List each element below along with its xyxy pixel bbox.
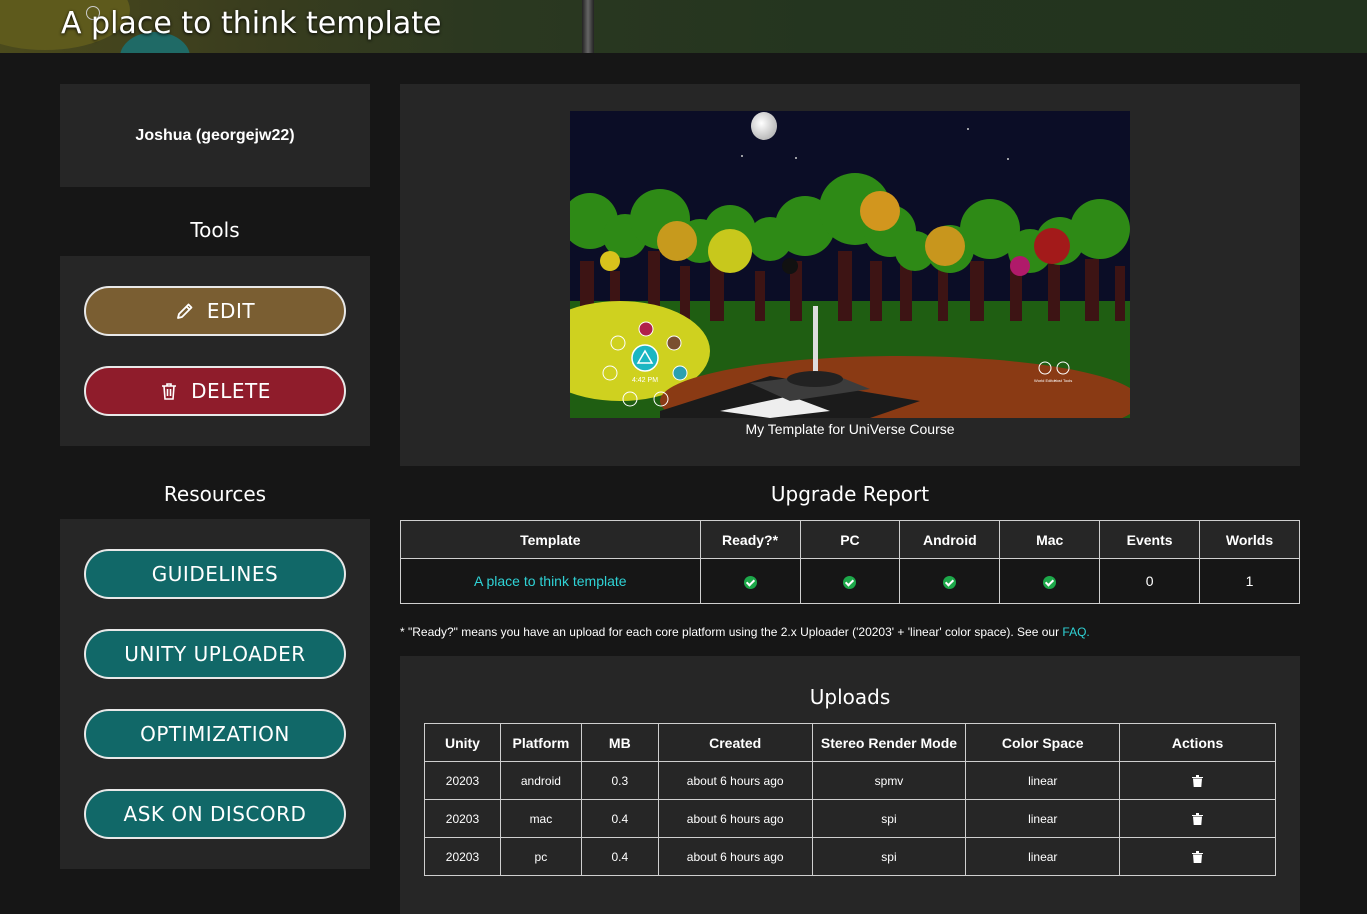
column-header: Ready?* <box>699 520 801 559</box>
worlds-cell: 1 <box>1199 558 1300 604</box>
table-row: A place to think template 0 1 <box>400 558 1300 604</box>
unity-uploader-button[interactable]: UNITY UPLOADER <box>84 629 346 679</box>
stereo-render-mode-cell: spi <box>811 837 967 876</box>
upgrade-report-title: Upgrade Report <box>770 482 930 506</box>
platform-cell: mac <box>499 799 582 838</box>
column-header: Events <box>1099 520 1201 559</box>
uploads-table: Unity Platform MB Created Stereo Render … <box>424 723 1276 876</box>
mb-cell: 0.3 <box>580 761 659 800</box>
table-header-row: Unity Platform MB Created Stereo Render … <box>424 723 1276 762</box>
trash-icon[interactable] <box>1192 775 1204 788</box>
banner-decoration <box>582 0 594 53</box>
preview-caption: My Template for UniVerse Course <box>745 421 955 437</box>
stereo-render-mode-cell: spmv <box>811 761 967 800</box>
table-row: 20203 android 0.3 about 6 hours ago spmv… <box>424 761 1276 800</box>
pc-cell <box>799 558 901 604</box>
template-preview-image: 4:42 PM World Editor Host Tools <box>570 111 1130 418</box>
scene-illustration: 4:42 PM World Editor Host Tools <box>570 111 1130 418</box>
column-header: Created <box>657 723 813 762</box>
template-cell: A place to think template <box>400 558 701 604</box>
optimization-button[interactable]: OPTIMIZATION <box>84 709 346 759</box>
ready-footnote: * "Ready?" means you have an upload for … <box>400 625 1090 639</box>
check-circle-icon <box>943 575 957 589</box>
platform-cell: android <box>499 761 582 800</box>
column-header: Mac <box>999 520 1101 559</box>
column-header: MB <box>580 723 659 762</box>
actions-cell <box>1119 761 1276 800</box>
trash-icon <box>162 383 177 400</box>
column-header: Android <box>899 520 1001 559</box>
tools-panel: EDIT DELETE <box>60 256 370 446</box>
uploads-panel: Uploads Unity Platform MB Created Stereo… <box>400 656 1300 914</box>
faq-link[interactable]: FAQ. <box>1062 625 1089 639</box>
color-space-cell: linear <box>965 799 1121 838</box>
footnote-text: * "Ready?" means you have an upload for … <box>400 625 1063 639</box>
column-header: PC <box>799 520 901 559</box>
check-circle-icon <box>1043 575 1057 589</box>
created-cell: about 6 hours ago <box>657 799 813 838</box>
platform-cell: pc <box>499 837 582 876</box>
table-header-row: Template Ready?* PC Android Mac Events W… <box>400 520 1300 559</box>
created-cell: about 6 hours ago <box>657 837 813 876</box>
ask-on-discord-button[interactable]: ASK ON DISCORD <box>84 789 346 839</box>
unity-cell: 20203 <box>424 799 501 838</box>
color-space-cell: linear <box>965 761 1121 800</box>
events-cell: 0 <box>1099 558 1201 604</box>
mac-cell <box>999 558 1101 604</box>
resources-panel: GUIDELINES UNITY UPLOADER OPTIMIZATION A… <box>60 519 370 869</box>
actions-cell <box>1119 799 1276 838</box>
delete-button[interactable]: DELETE <box>84 366 346 416</box>
template-link[interactable]: A place to think template <box>474 573 627 589</box>
pencil-icon <box>177 303 193 319</box>
header-banner: A place to think template <box>0 0 1367 53</box>
created-cell: about 6 hours ago <box>657 761 813 800</box>
column-header: Color Space <box>965 723 1121 762</box>
page-title: A place to think template <box>61 6 442 41</box>
edit-button[interactable]: EDIT <box>84 286 346 336</box>
uploads-title: Uploads <box>809 685 891 709</box>
stereo-render-mode-cell: spi <box>811 799 967 838</box>
unity-cell: 20203 <box>424 761 501 800</box>
tools-title: Tools <box>190 218 240 242</box>
check-circle-icon <box>743 575 757 589</box>
color-space-cell: linear <box>965 837 1121 876</box>
user-card: Joshua (georgejw22) <box>60 84 370 187</box>
column-header: Platform <box>499 723 582 762</box>
actions-cell <box>1119 837 1276 876</box>
column-header: Worlds <box>1199 520 1300 559</box>
column-header: Actions <box>1119 723 1276 762</box>
delete-label: DELETE <box>191 379 271 403</box>
table-row: 20203 pc 0.4 about 6 hours ago spi linea… <box>424 837 1276 876</box>
guidelines-button[interactable]: GUIDELINES <box>84 549 346 599</box>
mb-cell: 0.4 <box>580 799 659 838</box>
resources-title: Resources <box>163 482 267 506</box>
table-row: 20203 mac 0.4 about 6 hours ago spi line… <box>424 799 1276 838</box>
column-header: Stereo Render Mode <box>811 723 967 762</box>
edit-label: EDIT <box>206 299 256 323</box>
hud-host-tools-label: Host Tools <box>1054 378 1073 383</box>
check-circle-icon <box>843 575 857 589</box>
upgrade-report-table: Template Ready?* PC Android Mac Events W… <box>400 520 1300 604</box>
hud-time: 4:42 PM <box>632 377 658 384</box>
preview-panel: 4:42 PM World Editor Host Tools My Templ… <box>400 84 1300 466</box>
column-header: Template <box>400 520 701 559</box>
trash-icon[interactable] <box>1192 813 1204 826</box>
column-header: Unity <box>424 723 501 762</box>
trash-icon[interactable] <box>1192 851 1204 864</box>
unity-cell: 20203 <box>424 837 501 876</box>
mb-cell: 0.4 <box>580 837 659 876</box>
ready-cell <box>699 558 801 604</box>
android-cell <box>899 558 1001 604</box>
user-name: Joshua (georgejw22) <box>135 126 295 144</box>
